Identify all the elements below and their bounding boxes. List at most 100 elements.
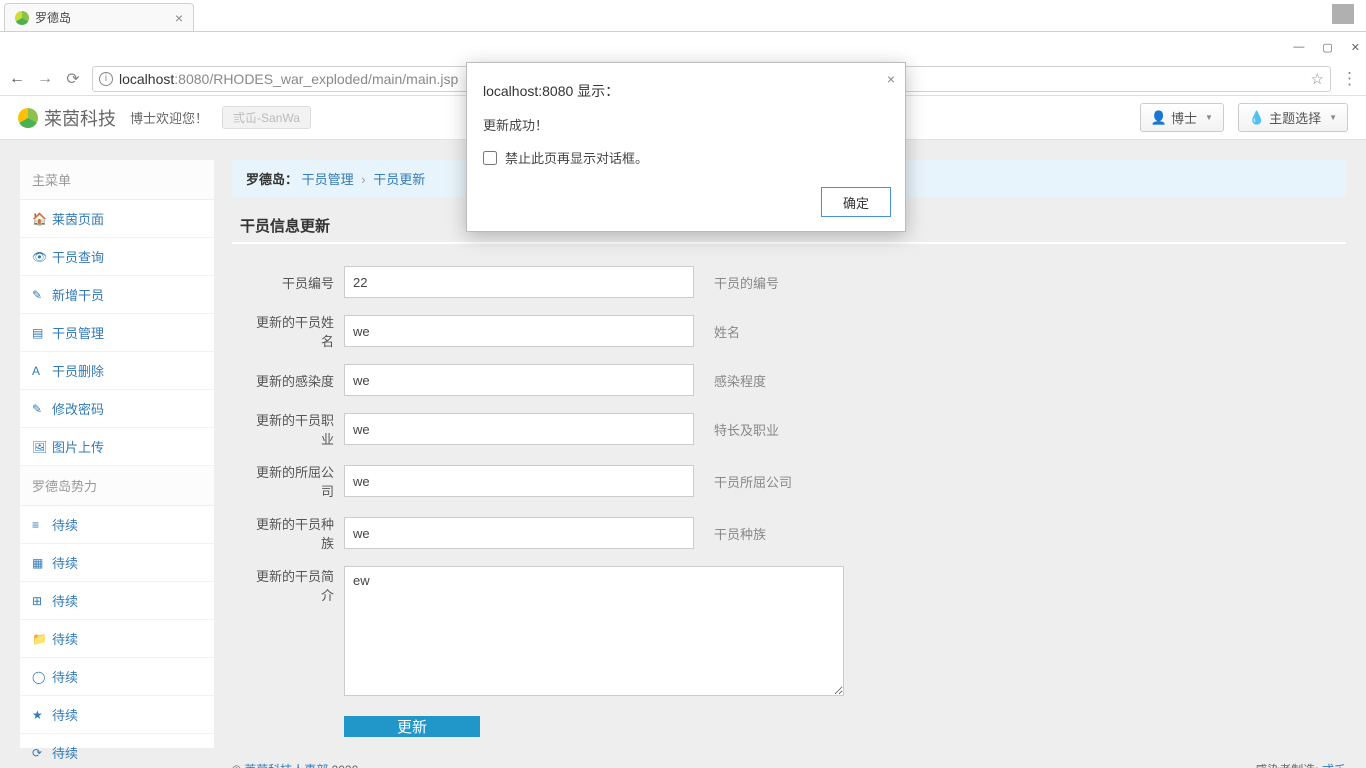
dialog-title: localhost:8080 显示： (483, 81, 889, 101)
sidebar-item-label: 待续 (52, 667, 78, 686)
sidebar-item-icon: A (32, 364, 46, 378)
sidebar-item-icon: ✎ (32, 288, 46, 302)
dialog-close-icon[interactable]: × (887, 71, 895, 87)
form-row-3: 更新的干员职业 特长及职业 (232, 410, 1346, 448)
sidebar-item-label: 待续 (52, 591, 78, 610)
sidebar-item-icon: 👁 (32, 250, 46, 264)
field-hint: 干员种族 (714, 524, 766, 543)
dialog-suppress-label[interactable]: 禁止此页再显示对话框。 (483, 148, 889, 167)
sidebar-item-icon: 📁 (32, 632, 46, 646)
breadcrumb-parent[interactable]: 干员管理 (302, 172, 354, 187)
form-row-5: 更新的干员种族 干员种族 (232, 514, 1346, 552)
field-hint: 干员所屈公司 (714, 472, 792, 491)
field-label: 更新的所屈公司 (246, 462, 344, 500)
theme-button[interactable]: 💧 主题选择 (1238, 103, 1348, 132)
user-badge: 弎屲-SanWa (222, 106, 311, 129)
sidebar-item-force-0[interactable]: ≡待续 (20, 506, 214, 544)
footer-author-link[interactable]: 弎屲 (1322, 763, 1346, 768)
field-label: 干员编号 (246, 273, 344, 292)
sidebar-item-icon: ▦ (32, 556, 46, 570)
field-input-3[interactable] (344, 413, 694, 445)
main-content: 罗德岛： 干员管理 › 干员更新 干员信息更新 干员编号干员的编号更新的干员姓名… (232, 160, 1346, 748)
field-label: 更新的干员姓名 (246, 312, 344, 350)
dialog-ok-button[interactable]: 确定 (821, 187, 891, 217)
minimize-icon[interactable]: — (1293, 41, 1304, 53)
sidebar-heading-forces: 罗德岛势力 (20, 466, 214, 506)
field-input-2[interactable] (344, 364, 694, 396)
sidebar-item-force-5[interactable]: ★ 待续 (20, 696, 214, 734)
form-row-0: 干员编号 干员的编号 (232, 266, 1346, 298)
sidebar-item-label: 干员查询 (52, 247, 104, 266)
sidebar-item-main-0[interactable]: 🏠莱茵页面 (20, 200, 214, 238)
field-input-1[interactable] (344, 315, 694, 347)
field-label: 更新的感染度 (246, 371, 344, 390)
tab-close-icon[interactable]: × (175, 10, 183, 26)
sidebar-item-icon: 🏠 (32, 212, 46, 226)
field-input-4[interactable] (344, 465, 694, 497)
field-hint: 感染程度 (714, 371, 766, 390)
sidebar-item-main-5[interactable]: ✎修改密码 (20, 390, 214, 428)
field-hint: 特长及职业 (714, 420, 779, 439)
browser-tab-strip: 罗德岛 × (0, 0, 1366, 32)
brand[interactable]: 莱茵科技 (18, 105, 116, 131)
form-row-bio: 更新的干员简介 (232, 566, 1346, 696)
sidebar-item-icon: ▤ (32, 326, 46, 340)
sidebar-item-label: 图片上传 (52, 437, 104, 456)
form-row-1: 更新的干员姓名姓名 (232, 312, 1346, 350)
tab-favicon (15, 11, 29, 25)
url-text: localhost:8080/RHODES_war_exploded/main/… (119, 71, 458, 87)
sidebar-item-main-1[interactable]: 👁 干员查询 (20, 238, 214, 276)
reload-icon[interactable]: ⟳ (64, 69, 82, 89)
sidebar-item-label: 待续 (52, 743, 78, 762)
sidebar-item-main-6[interactable]: 🖼 图片上传 (20, 428, 214, 466)
bio-label: 更新的干员简介 (246, 566, 344, 604)
form-row-2: 更新的感染度 感染程度 (232, 364, 1346, 396)
sidebar-item-label: 新增干员 (52, 285, 104, 304)
forward-icon[interactable]: → (36, 70, 54, 88)
field-label: 更新的干员种族 (246, 514, 344, 552)
footer-link[interactable]: 莱茵科技人事部 (244, 763, 328, 768)
sidebar-item-icon: ⟳ (32, 746, 46, 760)
sidebar-item-main-2[interactable]: ✎ 新增干员 (20, 276, 214, 314)
field-input-0[interactable] (344, 266, 694, 298)
account-icon[interactable] (1332, 4, 1354, 24)
bookmark-icon[interactable]: ☆ (1311, 70, 1324, 88)
alert-dialog: × localhost:8080 显示： 更新成功！ 禁止此页再显示对话框。 确… (466, 62, 906, 232)
close-window-icon[interactable]: ✕ (1351, 41, 1360, 54)
maximize-icon[interactable]: ▢ (1322, 41, 1332, 54)
dialog-suppress-checkbox[interactable] (483, 151, 497, 165)
brand-logo-icon (18, 108, 38, 128)
browser-menu-icon[interactable]: ⋮ (1341, 69, 1358, 89)
field-input-5[interactable] (344, 517, 694, 549)
sidebar-item-label: 待续 (52, 705, 78, 724)
sidebar-item-label: 干员删除 (52, 361, 104, 380)
sidebar-item-force-1[interactable]: ▦待续 (20, 544, 214, 582)
sidebar-item-icon: ★ (32, 708, 46, 722)
sidebar-item-icon: ◯ (32, 670, 46, 684)
breadcrumb-current[interactable]: 干员更新 (373, 172, 425, 187)
sidebar-item-force-6[interactable]: ⟳ 待续 (20, 734, 214, 768)
sidebar-item-icon: ⊞ (32, 594, 46, 608)
bio-textarea[interactable] (344, 566, 844, 696)
sidebar-heading-main: 主菜单 (20, 160, 214, 200)
sidebar-item-main-4[interactable]: A 干员删除 (20, 352, 214, 390)
sidebar-item-label: 干员管理 (52, 323, 104, 342)
back-icon[interactable]: ← (8, 70, 26, 88)
breadcrumb-root: 罗德岛： (246, 172, 298, 187)
dialog-message: 更新成功！ (483, 115, 889, 134)
sidebar-item-force-4[interactable]: ◯ 待续 (20, 658, 214, 696)
field-label: 更新的干员职业 (246, 410, 344, 448)
footer: © 莱茵科技人事部 2020 感染者制造: 弎屲 (232, 755, 1346, 768)
tab-title: 罗德岛 (35, 9, 71, 26)
browser-tab[interactable]: 罗德岛 × (4, 3, 194, 31)
sidebar-item-force-2[interactable]: ⊞ 待续 (20, 582, 214, 620)
site-info-icon[interactable]: i (99, 72, 113, 86)
welcome-text: 博士欢迎您！ (130, 108, 208, 127)
submit-button[interactable]: 更新 (344, 716, 480, 737)
sidebar-item-label: 修改密码 (52, 399, 104, 418)
sidebar-item-icon: 🖼 (32, 440, 46, 454)
user-button[interactable]: 👤 博士 (1140, 103, 1224, 132)
sidebar-item-force-3[interactable]: 📁待续 (20, 620, 214, 658)
field-hint: 干员的编号 (714, 273, 779, 292)
sidebar-item-main-3[interactable]: ▤ 干员管理 (20, 314, 214, 352)
